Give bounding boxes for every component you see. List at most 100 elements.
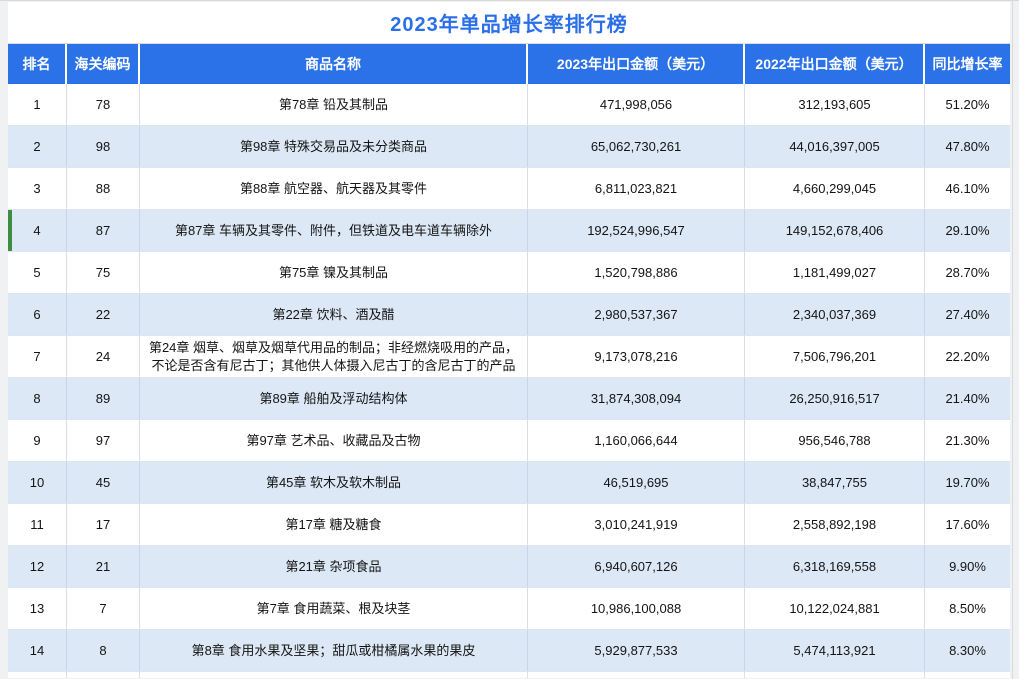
table-row[interactable]: 9 97 第97章 艺术品、收藏品及古物 1,160,066,644 956,5… xyxy=(8,420,1010,462)
cell-growth-rate[interactable]: 19.70% xyxy=(925,462,1010,503)
header-cell-growth-rate[interactable]: 同比增长率 xyxy=(925,44,1010,84)
cell-product-name[interactable]: 第88章 航空器、航天器及其零件 xyxy=(140,168,528,209)
cell-rank[interactable]: 6 xyxy=(8,294,67,335)
cell-growth-rate[interactable]: 17.60% xyxy=(925,504,1010,545)
cell-product-name[interactable]: 第97章 艺术品、收藏品及古物 xyxy=(140,420,528,461)
cell-export-2023[interactable]: 2,980,537,367 xyxy=(528,294,745,335)
cell-export-2022[interactable]: 26,250,916,517 xyxy=(745,378,925,419)
cell-growth-rate[interactable]: 47.80% xyxy=(925,126,1010,167)
cell-rank[interactable]: 8 xyxy=(8,378,67,419)
cell-product-name[interactable]: 第17章 糖及糖食 xyxy=(140,504,528,545)
table-row[interactable]: 5 75 第75章 镍及其制品 1,520,798,886 1,181,499,… xyxy=(8,252,1010,294)
cell-growth-rate[interactable]: 21.30% xyxy=(925,420,1010,461)
cell-growth-rate[interactable]: 46.10% xyxy=(925,168,1010,209)
cell-hs-code[interactable]: 97 xyxy=(67,420,140,461)
header-cell-export-2022[interactable]: 2022年出口金额（美元） xyxy=(745,44,925,84)
table-row[interactable]: 3 88 第88章 航空器、航天器及其零件 6,811,023,821 4,66… xyxy=(8,168,1010,210)
header-cell-hs-code[interactable]: 海关编码 xyxy=(67,44,140,84)
cell-rank[interactable]: 4 xyxy=(8,210,67,251)
cell-export-2023[interactable]: 3,010,241,919 xyxy=(528,504,745,545)
cell-export-2023[interactable]: 1,160,066,644 xyxy=(528,420,745,461)
table-row[interactable]: 12 21 第21章 杂项食品 6,940,607,126 6,318,169,… xyxy=(8,546,1010,588)
cell-growth-rate[interactable]: 8.50% xyxy=(925,588,1010,629)
cell-growth-rate[interactable]: 29.10% xyxy=(925,210,1010,251)
cell-product-name[interactable]: 第22章 饮料、酒及醋 xyxy=(140,294,528,335)
cell-hs-code[interactable]: 17 xyxy=(67,504,140,545)
cell-hs-code[interactable]: 45 xyxy=(67,462,140,503)
header-cell-product-name[interactable]: 商品名称 xyxy=(140,44,528,84)
cell-hs-code[interactable]: 78 xyxy=(67,84,140,125)
cell-export-2023[interactable]: 471,998,056 xyxy=(528,84,745,125)
cell-product-name[interactable]: 第87章 车辆及其零件、附件，但铁道及电车道车辆除外 xyxy=(140,210,528,251)
table-row[interactable]: 1 78 第78章 铅及其制品 471,998,056 312,193,605 … xyxy=(8,84,1010,126)
cell-hs-code[interactable]: 22 xyxy=(67,294,140,335)
cell-export-2023[interactable]: 5,929,877,533 xyxy=(528,630,745,671)
cell-rank[interactable]: 5 xyxy=(8,252,67,293)
cell-rank[interactable]: 12 xyxy=(8,546,67,587)
cell-product-name[interactable]: 第7章 食用蔬菜、根及块茎 xyxy=(140,588,528,629)
cell-growth-rate[interactable]: 27.40% xyxy=(925,294,1010,335)
table-row[interactable]: 14 8 第8章 食用水果及坚果；甜瓜或柑橘属水果的果皮 5,929,877,5… xyxy=(8,630,1010,672)
header-cell-rank[interactable]: 排名 xyxy=(8,44,67,84)
table-row[interactable]: 4 87 第87章 车辆及其零件、附件，但铁道及电车道车辆除外 192,524,… xyxy=(8,210,1010,252)
cell-product-name[interactable]: 第21章 杂项食品 xyxy=(140,546,528,587)
cell-rank[interactable]: 2 xyxy=(8,126,67,167)
cell-export-2022[interactable]: 10,122,024,881 xyxy=(745,588,925,629)
header-cell-export-2023[interactable]: 2023年出口金额（美元） xyxy=(528,44,745,84)
cell-export-2022[interactable]: 5,474,113,921 xyxy=(745,630,925,671)
cell-export-2022[interactable]: 44,016,397,005 xyxy=(745,126,925,167)
cell-rank[interactable]: 10 xyxy=(8,462,67,503)
cell-export-2023[interactable]: 31,874,308,094 xyxy=(528,378,745,419)
cell-growth-rate[interactable]: 22.20% xyxy=(925,336,1010,377)
cell-export-2022[interactable]: 6,318,169,558 xyxy=(745,546,925,587)
cell-export-2023[interactable]: 192,524,996,547 xyxy=(528,210,745,251)
cell-export-2022[interactable]: 149,152,678,406 xyxy=(745,210,925,251)
cell-rank[interactable]: 1 xyxy=(8,84,67,125)
cell-hs-code[interactable]: 7 xyxy=(67,588,140,629)
cell-export-2023[interactable]: 65,062,730,261 xyxy=(528,126,745,167)
cell-rank[interactable]: 14 xyxy=(8,630,67,671)
cell-export-2023[interactable]: 46,519,695 xyxy=(528,462,745,503)
cell-product-name[interactable]: 第89章 船舶及浮动结构体 xyxy=(140,378,528,419)
cell-hs-code[interactable]: 89 xyxy=(67,378,140,419)
cell-hs-code[interactable]: 88 xyxy=(67,168,140,209)
table-row[interactable]: 11 17 第17章 糖及糖食 3,010,241,919 2,558,892,… xyxy=(8,504,1010,546)
cell-hs-code[interactable]: 87 xyxy=(67,210,140,251)
cell-product-name[interactable]: 第78章 铅及其制品 xyxy=(140,84,528,125)
cell-rank[interactable]: 9 xyxy=(8,420,67,461)
cell-export-2022[interactable]: 956,546,788 xyxy=(745,420,925,461)
cell-product-name[interactable]: 第75章 镍及其制品 xyxy=(140,252,528,293)
table-row[interactable]: 6 22 第22章 饮料、酒及醋 2,980,537,367 2,340,037… xyxy=(8,294,1010,336)
cell-export-2022[interactable]: 4,660,299,045 xyxy=(745,168,925,209)
cell-growth-rate[interactable]: 51.20% xyxy=(925,84,1010,125)
cell-export-2022[interactable]: 2,558,892,198 xyxy=(745,504,925,545)
cell-export-2023[interactable]: 6,811,023,821 xyxy=(528,168,745,209)
cell-export-2023[interactable]: 6,940,607,126 xyxy=(528,546,745,587)
cell-hs-code[interactable]: 98 xyxy=(67,126,140,167)
cell-hs-code[interactable]: 21 xyxy=(67,546,140,587)
cell-product-name[interactable]: 第8章 食用水果及坚果；甜瓜或柑橘属水果的果皮 xyxy=(140,630,528,671)
cell-growth-rate[interactable]: 9.90% xyxy=(925,546,1010,587)
cell-rank[interactable]: 7 xyxy=(8,336,67,377)
cell-growth-rate[interactable]: 8.30% xyxy=(925,630,1010,671)
table-row[interactable]: 13 7 第7章 食用蔬菜、根及块茎 10,986,100,088 10,122… xyxy=(8,588,1010,630)
cell-growth-rate[interactable]: 21.40% xyxy=(925,378,1010,419)
cell-rank[interactable]: 13 xyxy=(8,588,67,629)
cell-rank[interactable]: 11 xyxy=(8,504,67,545)
cell-export-2022[interactable]: 38,847,755 xyxy=(745,462,925,503)
cell-export-2023[interactable]: 10,986,100,088 xyxy=(528,588,745,629)
table-row[interactable]: 8 89 第89章 船舶及浮动结构体 31,874,308,094 26,250… xyxy=(8,378,1010,420)
cell-hs-code[interactable]: 75 xyxy=(67,252,140,293)
cell-product-name[interactable]: 第24章 烟草、烟草及烟草代用品的制品；非经燃烧吸用的产品，不论是否含有尼古丁；… xyxy=(140,336,528,377)
table-row[interactable]: 7 24 第24章 烟草、烟草及烟草代用品的制品；非经燃烧吸用的产品，不论是否含… xyxy=(8,336,1010,378)
cell-export-2022[interactable]: 1,181,499,027 xyxy=(745,252,925,293)
cell-hs-code[interactable]: 24 xyxy=(67,336,140,377)
cell-export-2022[interactable]: 2,340,037,369 xyxy=(745,294,925,335)
cell-export-2023[interactable]: 1,520,798,886 xyxy=(528,252,745,293)
cell-export-2023[interactable]: 9,173,078,216 xyxy=(528,336,745,377)
table-row[interactable]: 10 45 第45章 软木及软木制品 46,519,695 38,847,755… xyxy=(8,462,1010,504)
table-row[interactable]: 2 98 第98章 特殊交易品及未分类商品 65,062,730,261 44,… xyxy=(8,126,1010,168)
cell-rank[interactable]: 3 xyxy=(8,168,67,209)
cell-product-name[interactable]: 第98章 特殊交易品及未分类商品 xyxy=(140,126,528,167)
cell-product-name[interactable]: 第45章 软木及软木制品 xyxy=(140,462,528,503)
